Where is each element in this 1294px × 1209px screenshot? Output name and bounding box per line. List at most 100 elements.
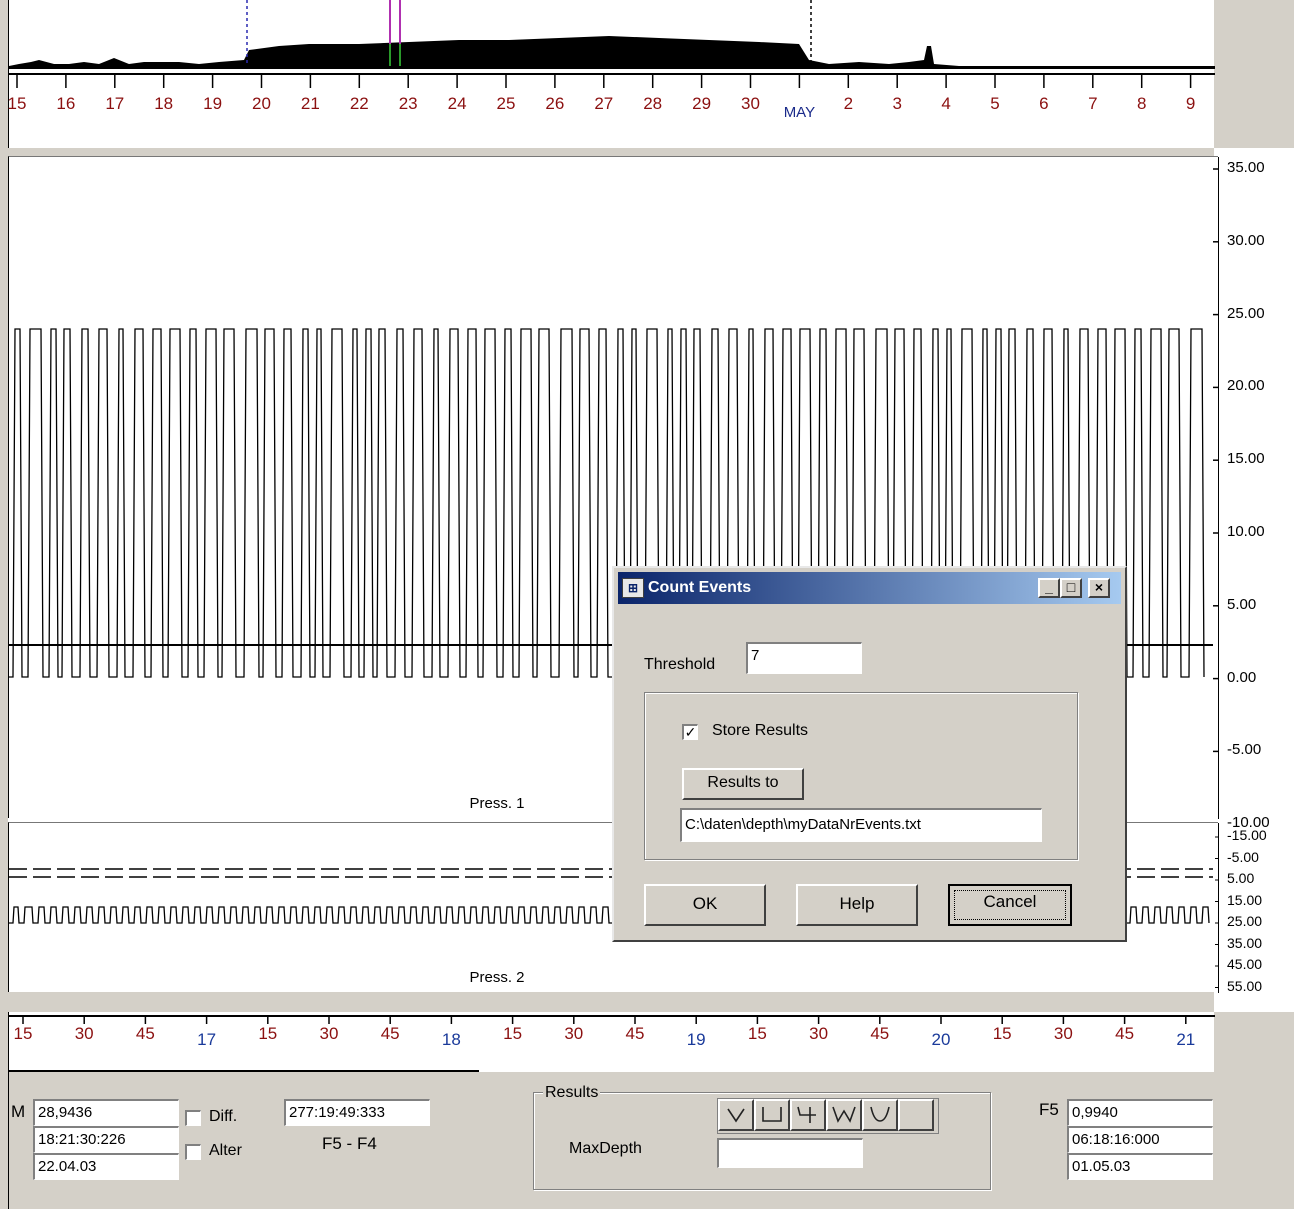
press2-y-tick-label: 5.00 <box>1227 870 1255 886</box>
press2-y-tick-label: 55.00 <box>1227 977 1263 994</box>
hook-shape-icon <box>797 1106 816 1123</box>
empty-shape-button[interactable] <box>898 1099 934 1131</box>
press1-y-tick-label: 10.00 <box>1227 523 1265 540</box>
threshold-input[interactable]: 7 <box>746 642 862 674</box>
time-axis-label: 15 <box>258 1024 278 1043</box>
overview-date-label: 24 <box>447 94 467 113</box>
time-axis-label: 17 <box>197 1030 217 1049</box>
time-axis-label: 30 <box>809 1024 829 1043</box>
press1-y-tick-label: 30.00 <box>1227 231 1265 249</box>
overview-date-label: 26 <box>545 94 565 113</box>
overview-date-label: 23 <box>398 94 418 113</box>
time-axis-label: 45 <box>870 1024 890 1043</box>
overview-date-label: 7 <box>1088 94 1098 113</box>
cursor-m-value-field[interactable]: 28,9436 <box>33 1099 179 1126</box>
time-axis-label: 15 <box>13 1024 33 1043</box>
press1-y-tick-label: 5.00 <box>1227 595 1257 613</box>
time-axis-label: 45 <box>380 1024 400 1043</box>
overview-date-label: 21 <box>300 94 320 113</box>
close-button[interactable]: × <box>1088 578 1110 598</box>
overview-date-label: 8 <box>1136 94 1147 113</box>
u-shape-icon <box>762 1107 782 1122</box>
store-results-checkbox[interactable]: ✓ <box>682 724 698 740</box>
press1-y-tick-label: 0.00 <box>1227 668 1257 686</box>
time-axis-lines <box>9 1015 1215 1072</box>
v-shape-button[interactable] <box>718 1099 754 1131</box>
time-axis-label: 30 <box>319 1024 339 1043</box>
overview-date-label: 5 <box>990 94 1000 113</box>
divider-gray-1 <box>8 148 1214 156</box>
cursor-f5-label: F5 <box>1039 1100 1059 1119</box>
results-to-button[interactable]: Results to <box>682 768 804 800</box>
overview-date-label: 30 <box>741 94 760 113</box>
minimize-button[interactable]: _ <box>1038 578 1060 598</box>
overview-date-label: 29 <box>692 94 712 113</box>
threshold-label: Threshold <box>644 656 716 673</box>
press2-y-tick-label: 35.00 <box>1227 934 1263 951</box>
overview-date-label: 28 <box>643 94 663 113</box>
maxdepth-field[interactable] <box>717 1138 863 1168</box>
right-panel-bottom <box>1214 1012 1294 1209</box>
overview-date-label: 17 <box>105 94 125 113</box>
press2-caption: Press. 2 <box>469 969 525 986</box>
time-axis-label: 30 <box>74 1024 94 1043</box>
overview-date-label: 6 <box>1039 94 1049 113</box>
time-axis-label: 15 <box>503 1024 523 1043</box>
press2-y-tick-label: 25.00 <box>1227 913 1263 929</box>
time-axis-label: 45 <box>135 1024 155 1043</box>
bottom-panel: M 28,9436 18:21:30:226 22.04.03 Diff. Al… <box>8 1072 1214 1209</box>
store-results-label: Store Results <box>712 722 809 739</box>
cursor-f5-date-field[interactable]: 01.05.03 <box>1067 1153 1213 1180</box>
results-path-field[interactable]: C:\daten\depth\myDataNrEvents.txt <box>680 808 1042 842</box>
time-axis-label: 19 <box>686 1030 706 1049</box>
time-axis-label: 21 <box>1176 1030 1196 1049</box>
w-shape-button[interactable] <box>826 1099 862 1131</box>
press1-y-tick-label: 15.00 <box>1227 450 1265 468</box>
overview-date-label: 3 <box>892 94 902 113</box>
cursor-m-time-field[interactable]: 18:21:30:226 <box>33 1126 179 1153</box>
maximize-button[interactable]: □ <box>1060 578 1082 598</box>
interval-field[interactable]: 277:19:49:333 <box>284 1099 430 1126</box>
cursor-m-label: M <box>11 1102 26 1121</box>
press2-y-tick-label: -15.00 <box>1227 827 1267 843</box>
press1-y-tick-label: 20.00 <box>1227 377 1265 395</box>
cursor-f5-time-field[interactable]: 06:18:16:000 <box>1067 1126 1213 1153</box>
overview-date-label: 22 <box>349 94 369 113</box>
count-events-dialog: ⊞ Count Events _ □ × Threshold 7 ✓ Store… <box>612 566 1127 942</box>
time-axis-label: 15 <box>992 1024 1012 1043</box>
cancel-button[interactable]: Cancel <box>948 884 1072 926</box>
overview-date-label: 15 <box>7 94 27 113</box>
time-axis[interactable]: 15 30 45 17 15 30 45 18 15 30 45 19 15 30 45 20 15 30 45 21 <box>8 1012 1215 1072</box>
press2-y-tick-label: 15.00 <box>1227 891 1263 908</box>
help-button[interactable]: Help <box>796 884 918 926</box>
results-group-label: Results <box>543 1084 601 1102</box>
time-axis-label: 18 <box>441 1030 461 1049</box>
diff-label: Diff. <box>209 1108 238 1125</box>
overview-strip[interactable]: 15 16 17 18 19 20 21 22 23 24 25 26 27 28 29 30 MAY 2 3 4 5 6… <box>7 0 1215 148</box>
right-panel-top <box>1214 0 1294 148</box>
overview-date-label: 2 <box>843 94 854 113</box>
overview-date-label: 18 <box>154 94 174 113</box>
time-axis-label: 45 <box>1115 1024 1135 1043</box>
cup-shape-button[interactable] <box>862 1099 898 1131</box>
maxdepth-label: MaxDepth <box>569 1140 642 1157</box>
time-axis-label: 45 <box>625 1024 645 1043</box>
alter-checkbox[interactable] <box>185 1144 201 1160</box>
time-axis-label: 15 <box>747 1024 767 1043</box>
dialog-titlebar[interactable]: ⊞ Count Events _ □ × <box>618 572 1121 604</box>
cursor-m-date-field[interactable]: 22.04.03 <box>33 1153 179 1180</box>
w-shape-icon <box>832 1106 856 1123</box>
time-axis-label: 20 <box>931 1030 951 1049</box>
ok-button[interactable]: OK <box>644 884 766 926</box>
overview-date-label: 27 <box>594 94 614 113</box>
press1-y-tick-label: 35.00 <box>1227 159 1265 176</box>
cup-shape-icon <box>870 1106 890 1122</box>
u-shape-button[interactable] <box>754 1099 790 1131</box>
alter-label: Alter <box>209 1142 242 1159</box>
time-axis-label: 30 <box>1053 1024 1073 1043</box>
diff-checkbox[interactable] <box>185 1110 201 1126</box>
hook-shape-button[interactable] <box>790 1099 826 1131</box>
cursor-f5-value-field[interactable]: 0,9940 <box>1067 1099 1213 1126</box>
app-icon: ⊞ <box>622 578 644 598</box>
press1-y-tick-label: -5.00 <box>1227 741 1262 759</box>
